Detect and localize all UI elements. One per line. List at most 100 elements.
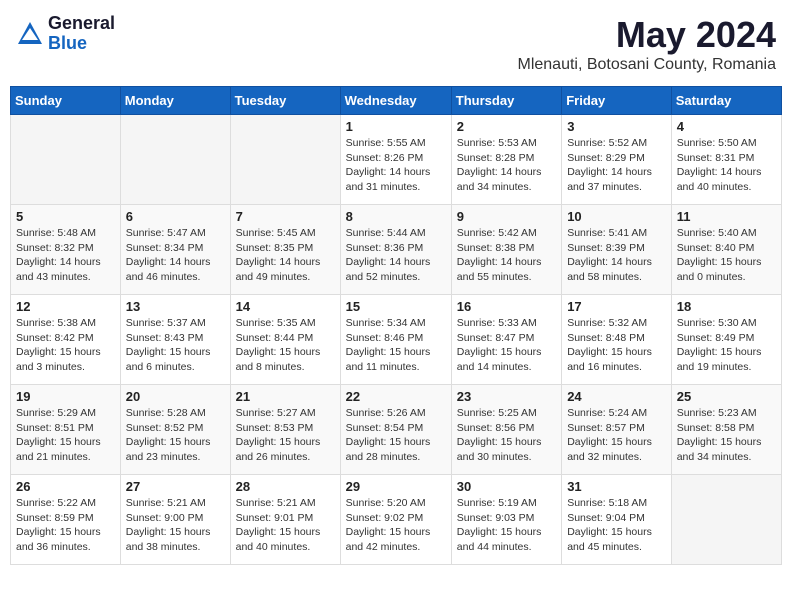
day-info: Sunrise: 5:33 AM Sunset: 8:47 PM Dayligh… — [457, 316, 556, 375]
day-info: Sunrise: 5:37 AM Sunset: 8:43 PM Dayligh… — [126, 316, 225, 375]
calendar-cell: 8 Sunrise: 5:44 AM Sunset: 8:36 PM Daylig… — [340, 205, 451, 295]
day-info: Sunrise: 5:55 AM Sunset: 8:26 PM Dayligh… — [346, 136, 446, 195]
day-number: 4 — [677, 119, 776, 134]
calendar-cell: 16 Sunrise: 5:33 AM Sunset: 8:47 PM Dayli… — [451, 295, 561, 385]
day-info: Sunrise: 5:28 AM Sunset: 8:52 PM Dayligh… — [126, 406, 225, 465]
day-info: Sunrise: 5:41 AM Sunset: 8:39 PM Dayligh… — [567, 226, 666, 285]
calendar-cell: 29 Sunrise: 5:20 AM Sunset: 9:02 PM Dayli… — [340, 475, 451, 565]
day-info: Sunrise: 5:20 AM Sunset: 9:02 PM Dayligh… — [346, 496, 446, 555]
day-info: Sunrise: 5:29 AM Sunset: 8:51 PM Dayligh… — [16, 406, 115, 465]
day-info: Sunrise: 5:45 AM Sunset: 8:35 PM Dayligh… — [236, 226, 335, 285]
day-number: 11 — [677, 209, 776, 224]
calendar-week-row: 26Sunrise: 5:22 AM Sunset: 8:59 PM Dayli… — [11, 475, 782, 565]
calendar-cell: 23 Sunrise: 5:25 AM Sunset: 8:56 PM Dayli… — [451, 385, 561, 475]
calendar-cell: 1 Sunrise: 5:55 AM Sunset: 8:26 PM Daylig… — [340, 115, 451, 205]
day-info: Sunrise: 5:42 AM Sunset: 8:38 PM Dayligh… — [457, 226, 556, 285]
day-info: Sunrise: 5:44 AM Sunset: 8:36 PM Dayligh… — [346, 226, 446, 285]
calendar-cell — [671, 475, 781, 565]
page-header: General Blue May 2024 Mlenauti, Botosani… — [10, 10, 782, 78]
day-info: Sunrise: 5:24 AM Sunset: 8:57 PM Dayligh… — [567, 406, 666, 465]
day-number: 17 — [567, 299, 666, 314]
weekday-header: Thursday — [451, 87, 561, 115]
calendar-cell — [120, 115, 230, 205]
logo: General Blue — [16, 14, 115, 54]
day-info: Sunrise: 5:21 AM Sunset: 9:01 PM Dayligh… — [236, 496, 335, 555]
calendar-cell — [11, 115, 121, 205]
day-info: Sunrise: 5:32 AM Sunset: 8:48 PM Dayligh… — [567, 316, 666, 375]
day-info: Sunrise: 5:52 AM Sunset: 8:29 PM Dayligh… — [567, 136, 666, 195]
weekday-header: Sunday — [11, 87, 121, 115]
logo-general: General — [48, 14, 115, 34]
day-number: 13 — [126, 299, 225, 314]
calendar-week-row: 5 Sunrise: 5:48 AM Sunset: 8:32 PM Daylig… — [11, 205, 782, 295]
day-info: Sunrise: 5:23 AM Sunset: 8:58 PM Dayligh… — [677, 406, 776, 465]
calendar-cell: 5 Sunrise: 5:48 AM Sunset: 8:32 PM Daylig… — [11, 205, 121, 295]
calendar-cell: 17 Sunrise: 5:32 AM Sunset: 8:48 PM Dayli… — [562, 295, 672, 385]
weekday-header: Monday — [120, 87, 230, 115]
day-info: Sunrise: 5:34 AM Sunset: 8:46 PM Dayligh… — [346, 316, 446, 375]
day-number: 28 — [236, 479, 335, 494]
calendar-cell: 4 Sunrise: 5:50 AM Sunset: 8:31 PM Daylig… — [671, 115, 781, 205]
day-number: 31 — [567, 479, 666, 494]
day-number: 23 — [457, 389, 556, 404]
day-number: 3 — [567, 119, 666, 134]
calendar-cell: 2 Sunrise: 5:53 AM Sunset: 8:28 PM Daylig… — [451, 115, 561, 205]
calendar-cell: 10 Sunrise: 5:41 AM Sunset: 8:39 PM Dayli… — [562, 205, 672, 295]
logo-text: General Blue — [48, 14, 115, 54]
day-number: 25 — [677, 389, 776, 404]
calendar-cell: 21 Sunrise: 5:27 AM Sunset: 8:53 PM Dayli… — [230, 385, 340, 475]
calendar-cell: 24Sunrise: 5:24 AM Sunset: 8:57 PM Dayli… — [562, 385, 672, 475]
calendar-cell: 6Sunrise: 5:47 AM Sunset: 8:34 PM Daylig… — [120, 205, 230, 295]
logo-blue: Blue — [48, 34, 115, 54]
calendar-cell: 3 Sunrise: 5:52 AM Sunset: 8:29 PM Daylig… — [562, 115, 672, 205]
day-info: Sunrise: 5:48 AM Sunset: 8:32 PM Dayligh… — [16, 226, 115, 285]
calendar-header-row: SundayMondayTuesdayWednesdayThursdayFrid… — [11, 87, 782, 115]
day-info: Sunrise: 5:26 AM Sunset: 8:54 PM Dayligh… — [346, 406, 446, 465]
day-number: 29 — [346, 479, 446, 494]
day-number: 18 — [677, 299, 776, 314]
calendar-cell: 28 Sunrise: 5:21 AM Sunset: 9:01 PM Dayli… — [230, 475, 340, 565]
day-info: Sunrise: 5:25 AM Sunset: 8:56 PM Dayligh… — [457, 406, 556, 465]
day-info: Sunrise: 5:53 AM Sunset: 8:28 PM Dayligh… — [457, 136, 556, 195]
day-number: 20 — [126, 389, 225, 404]
weekday-header: Wednesday — [340, 87, 451, 115]
day-number: 7 — [236, 209, 335, 224]
calendar-cell — [230, 115, 340, 205]
calendar-cell: 25 Sunrise: 5:23 AM Sunset: 8:58 PM Dayli… — [671, 385, 781, 475]
day-number: 26 — [16, 479, 115, 494]
day-number: 9 — [457, 209, 556, 224]
day-number: 12 — [16, 299, 115, 314]
day-info: Sunrise: 5:27 AM Sunset: 8:53 PM Dayligh… — [236, 406, 335, 465]
calendar-cell: 7 Sunrise: 5:45 AM Sunset: 8:35 PM Daylig… — [230, 205, 340, 295]
day-number: 2 — [457, 119, 556, 134]
day-info: Sunrise: 5:40 AM Sunset: 8:40 PM Dayligh… — [677, 226, 776, 285]
calendar-cell: 31Sunrise: 5:18 AM Sunset: 9:04 PM Dayli… — [562, 475, 672, 565]
calendar-cell: 15 Sunrise: 5:34 AM Sunset: 8:46 PM Dayli… — [340, 295, 451, 385]
day-number: 16 — [457, 299, 556, 314]
day-info: Sunrise: 5:38 AM Sunset: 8:42 PM Dayligh… — [16, 316, 115, 375]
day-number: 8 — [346, 209, 446, 224]
day-info: Sunrise: 5:50 AM Sunset: 8:31 PM Dayligh… — [677, 136, 776, 195]
calendar-week-row: 1 Sunrise: 5:55 AM Sunset: 8:26 PM Daylig… — [11, 115, 782, 205]
day-info: Sunrise: 5:35 AM Sunset: 8:44 PM Dayligh… — [236, 316, 335, 375]
day-number: 15 — [346, 299, 446, 314]
calendar-cell: 19Sunrise: 5:29 AM Sunset: 8:51 PM Dayli… — [11, 385, 121, 475]
calendar-cell: 22Sunrise: 5:26 AM Sunset: 8:54 PM Dayli… — [340, 385, 451, 475]
day-number: 1 — [346, 119, 446, 134]
weekday-header: Tuesday — [230, 87, 340, 115]
day-number: 6 — [126, 209, 225, 224]
day-number: 21 — [236, 389, 335, 404]
day-number: 5 — [16, 209, 115, 224]
calendar-cell: 14 Sunrise: 5:35 AM Sunset: 8:44 PM Dayli… — [230, 295, 340, 385]
logo-icon — [16, 20, 44, 48]
calendar-cell: 30Sunrise: 5:19 AM Sunset: 9:03 PM Dayli… — [451, 475, 561, 565]
calendar-cell: 11 Sunrise: 5:40 AM Sunset: 8:40 PM Dayli… — [671, 205, 781, 295]
calendar-week-row: 12 Sunrise: 5:38 AM Sunset: 8:42 PM Dayli… — [11, 295, 782, 385]
day-info: Sunrise: 5:19 AM Sunset: 9:03 PM Dayligh… — [457, 496, 556, 555]
day-number: 10 — [567, 209, 666, 224]
calendar-week-row: 19Sunrise: 5:29 AM Sunset: 8:51 PM Dayli… — [11, 385, 782, 475]
weekday-header: Saturday — [671, 87, 781, 115]
day-number: 14 — [236, 299, 335, 314]
calendar-cell: 12 Sunrise: 5:38 AM Sunset: 8:42 PM Dayli… — [11, 295, 121, 385]
day-info: Sunrise: 5:30 AM Sunset: 8:49 PM Dayligh… — [677, 316, 776, 375]
